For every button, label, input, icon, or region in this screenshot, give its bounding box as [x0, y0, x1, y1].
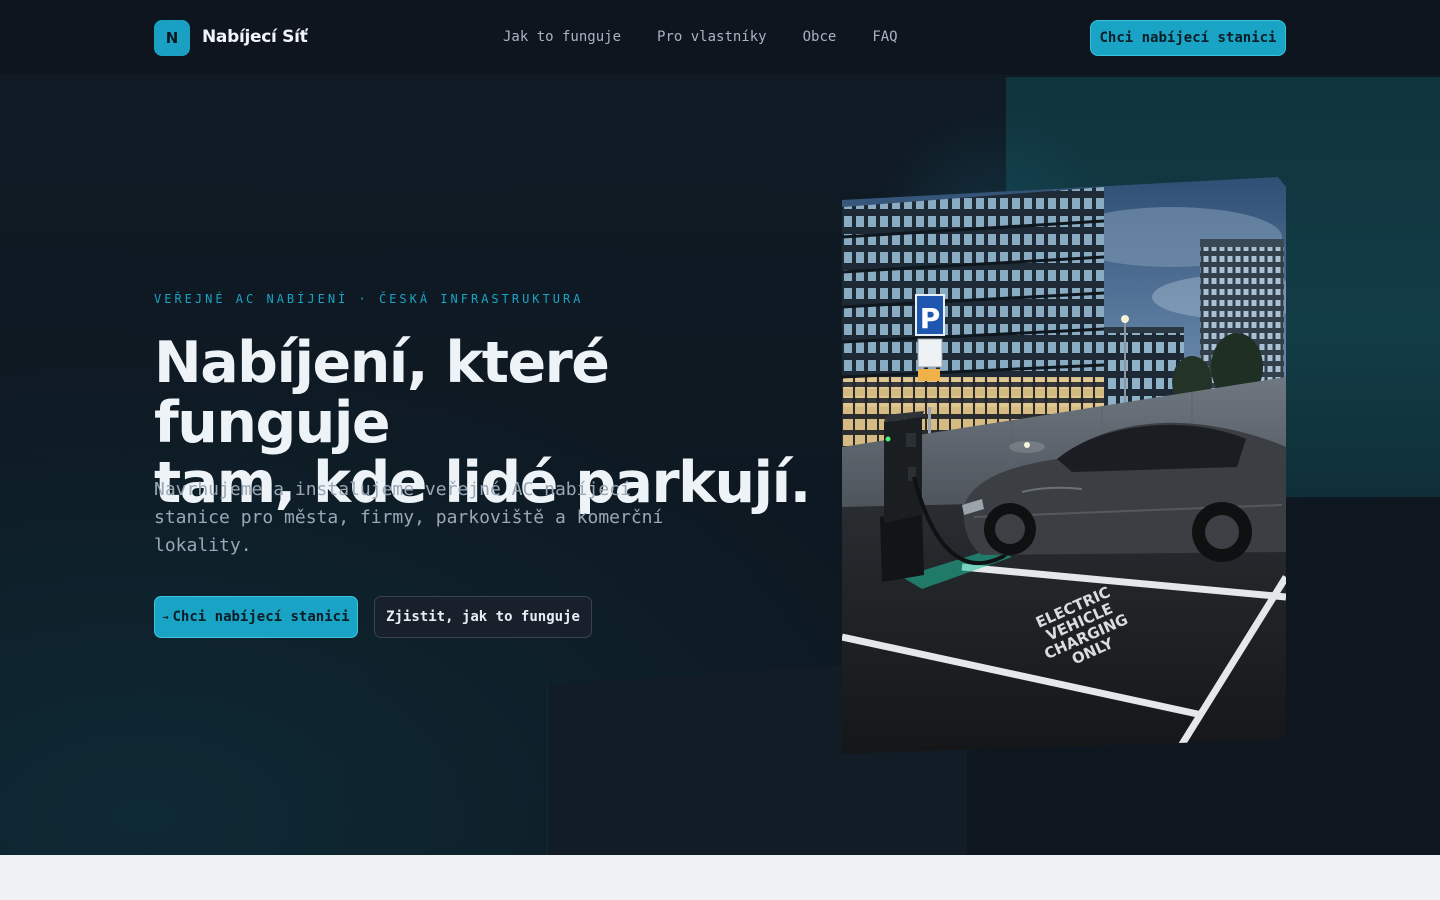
arrow-right-icon: → — [162, 611, 169, 623]
hero-photo-ev-charging: P ELECTRIC VEHICLE CHARGING ONLY — [842, 177, 1286, 754]
parking-sign-letter: P — [920, 302, 941, 335]
nav-link-how-it-works[interactable]: Jak to funguje — [503, 29, 621, 45]
hero-subtitle: Navrhujeme a instalujeme veřejné AC nabí… — [154, 479, 664, 556]
hero-section: VEŘEJNÉ AC NABÍJENÍ · ČESKÁ INFRASTRUKTU… — [0, 77, 1440, 855]
charger-station — [880, 411, 924, 582]
brand-name[interactable]: Nabíjecí Síť — [202, 27, 308, 49]
nav-link-faq[interactable]: FAQ — [872, 29, 897, 45]
top-navbar: N Nabíjecí Síť Jak to funguje Pro vlastn… — [0, 0, 1440, 76]
hero-eyebrow: VEŘEJNÉ AC NABÍJENÍ · ČESKÁ INFRASTRUKTU… — [154, 292, 584, 306]
logo-badge[interactable]: N — [154, 20, 190, 56]
next-section-strip — [0, 855, 1440, 900]
nav-cta-button[interactable]: Chci nabíjecí stanici — [1090, 20, 1286, 56]
nav-links: Jak to funguje Pro vlastníky Obce FAQ — [503, 29, 898, 45]
nav-link-owners[interactable]: Pro vlastníky — [657, 29, 767, 45]
hero-secondary-button[interactable]: Zjistit, jak to funguje — [374, 596, 592, 638]
nav-link-municipalities[interactable]: Obce — [803, 29, 837, 45]
hero-primary-button-label: Chci nabíjecí stanici — [172, 609, 350, 625]
hero-primary-button[interactable]: → Chci nabíjecí stanici — [154, 596, 358, 638]
hero-headline-line-1: Nabíjení, které funguje — [154, 330, 610, 456]
